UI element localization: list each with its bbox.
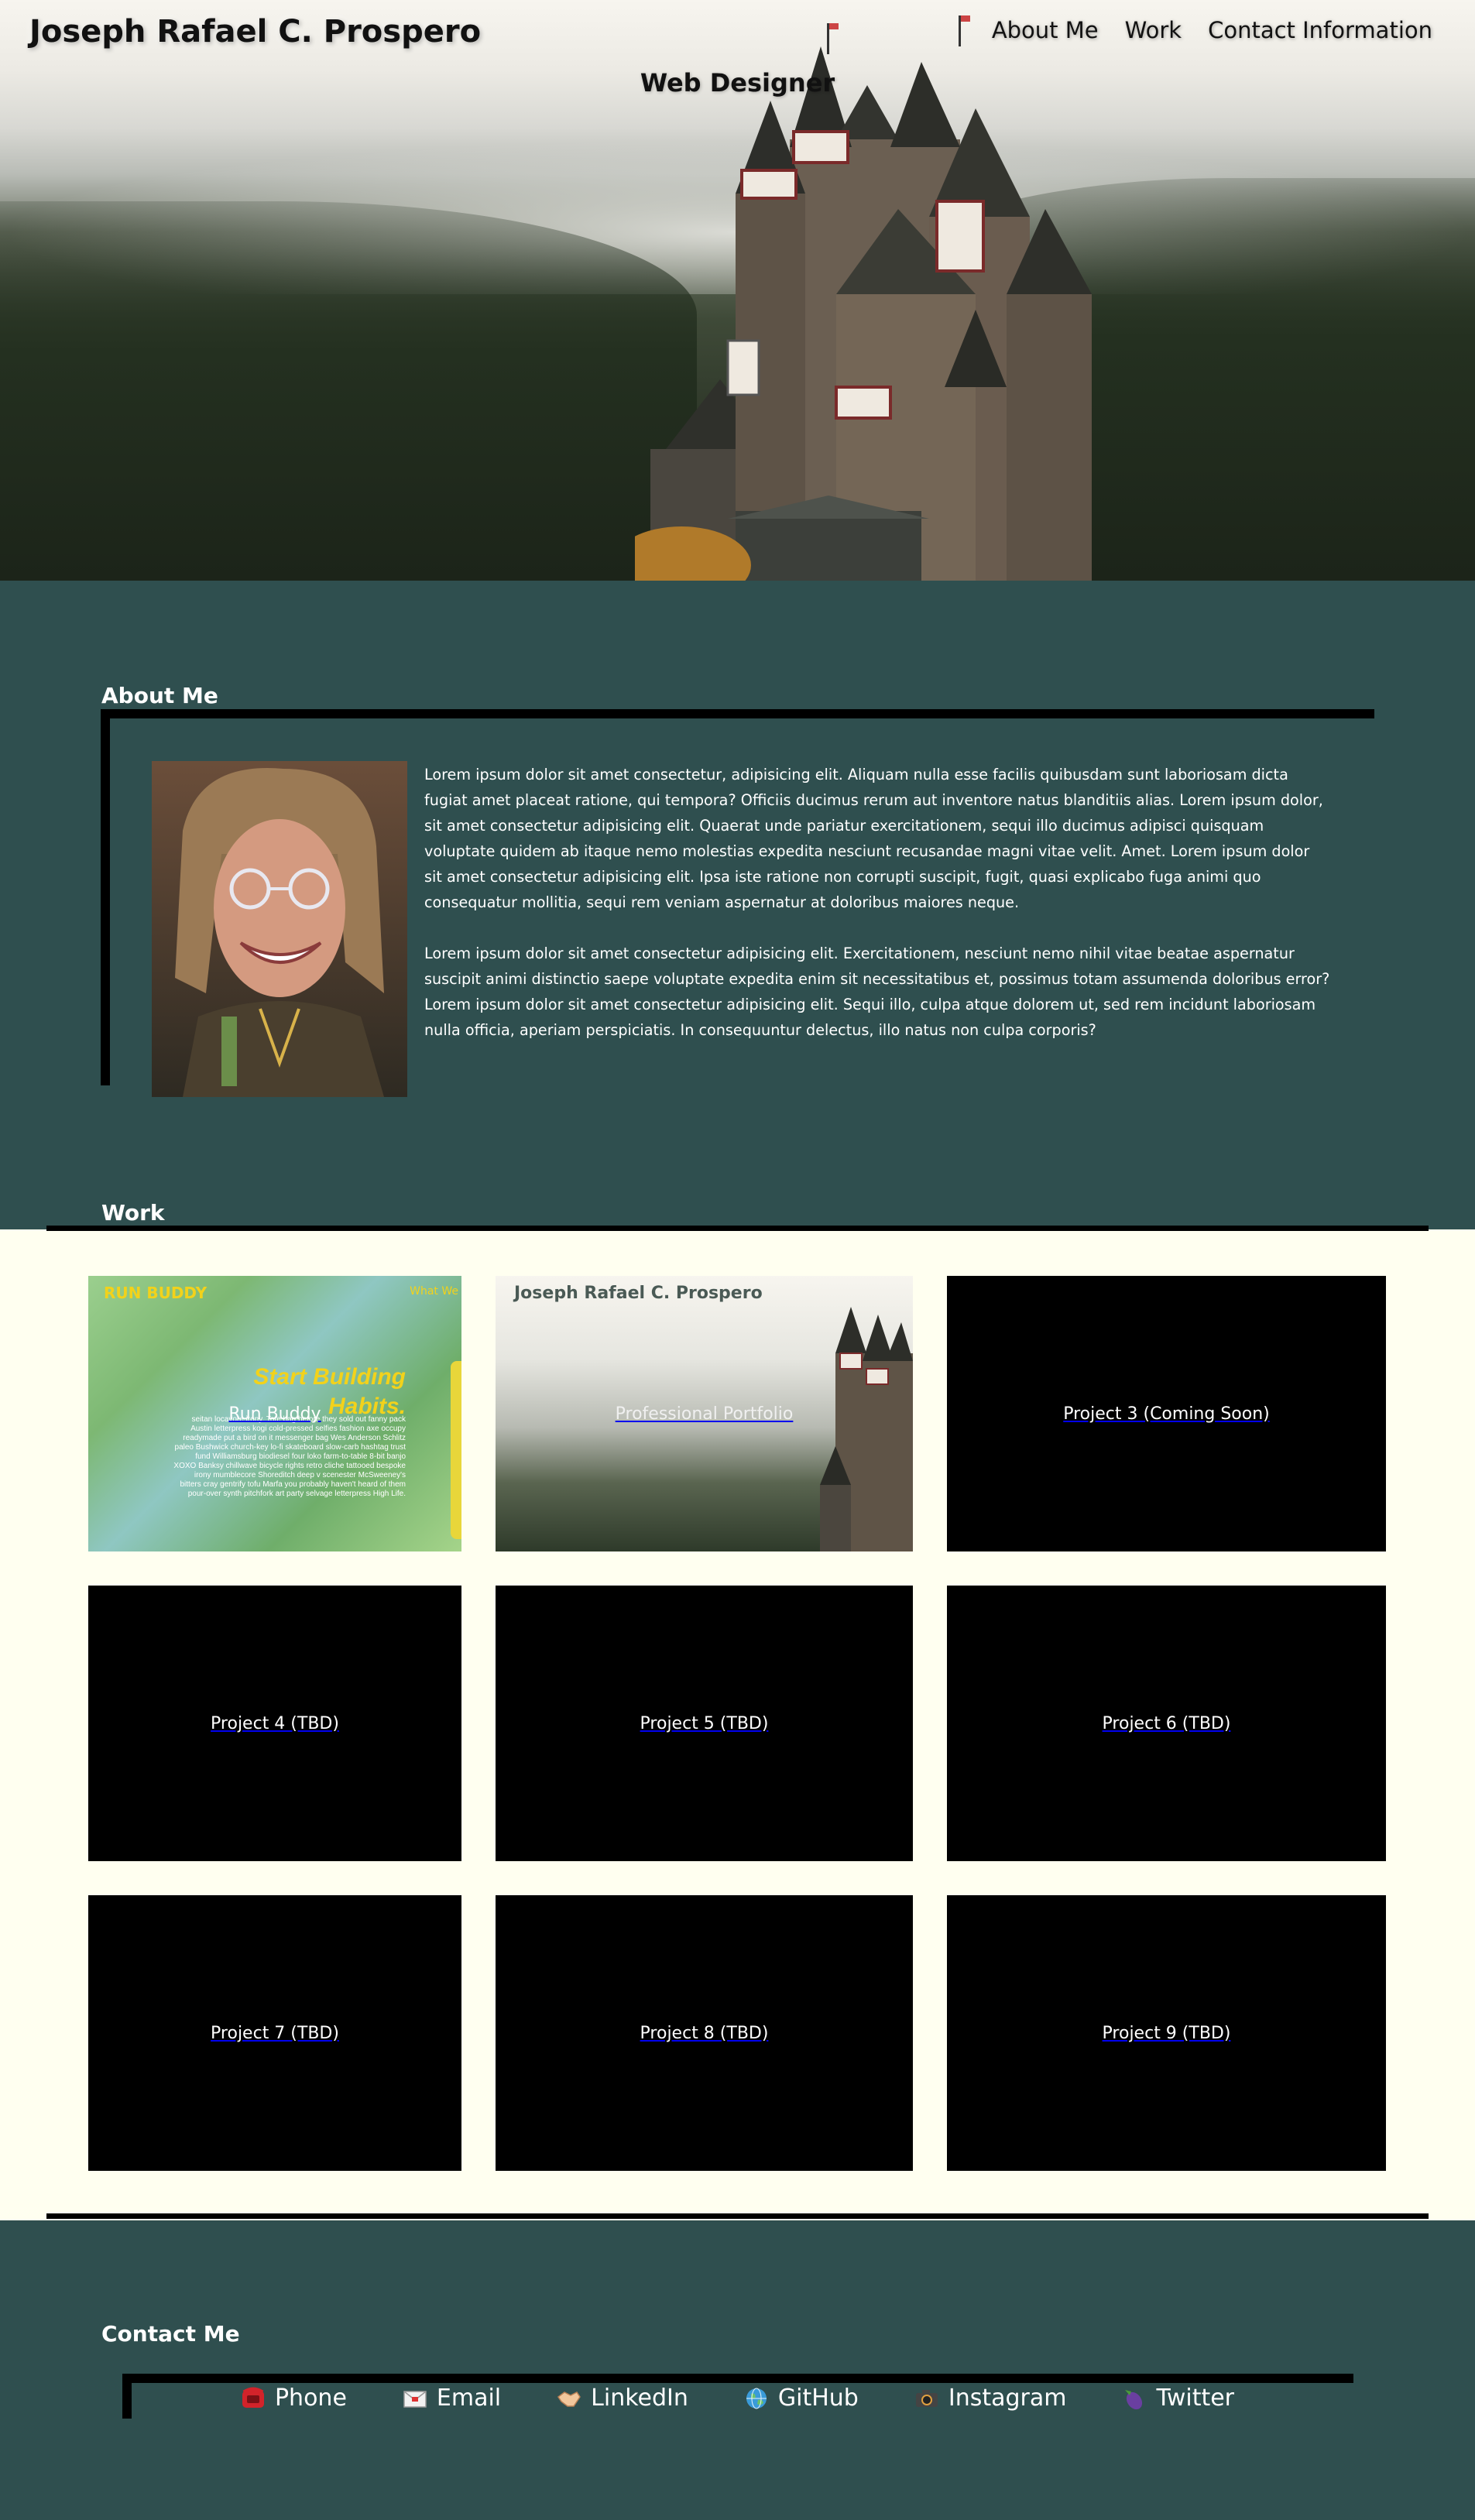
contact-list: Phone Email LinkedIn GitHub Instagram Tw… [0, 2385, 1475, 2412]
forest-left [0, 201, 697, 581]
contact-twitter-label: Twitter [1156, 2385, 1235, 2412]
project-label: Professional Portfolio [615, 1404, 794, 1424]
camera-icon [914, 2386, 939, 2411]
profile-photo [152, 761, 407, 1097]
portfolio-castle-thumbnail [820, 1307, 913, 1551]
project-label: Project 6 (TBD) [1102, 1713, 1231, 1733]
site-subtitle: Web Designer [640, 68, 835, 98]
main-nav: About Me Work Contact Information [992, 17, 1432, 43]
project-label: Run Buddy [228, 1404, 321, 1424]
contact-heading: Contact Me [101, 2321, 240, 2347]
contact-twitter-link[interactable]: Twitter [1122, 2385, 1234, 2412]
contact-email-label: Email [436, 2385, 502, 2412]
portfolio-preview-name: Joseph Rafael C. Prospero [514, 1284, 763, 1303]
project-label: Project 3 (Coming Soon) [1063, 1404, 1270, 1424]
contact-instagram-link[interactable]: Instagram [914, 2385, 1067, 2412]
hero-banner: Joseph Rafael C. Prospero Web Designer A… [0, 0, 1475, 581]
project-label: Project 4 (TBD) [211, 1713, 339, 1733]
contact-email-link[interactable]: Email [403, 2385, 501, 2412]
eggplant-icon [1122, 2386, 1147, 2411]
project-tile-4[interactable]: Project 4 (TBD) [88, 1586, 461, 1861]
project-tile-7[interactable]: Project 7 (TBD) [88, 1895, 461, 2171]
castle-image [635, 15, 1092, 581]
project-tile-6[interactable]: Project 6 (TBD) [947, 1586, 1386, 1861]
project-tile-3[interactable]: Project 3 (Coming Soon) [947, 1276, 1386, 1551]
handshake-icon [557, 2386, 581, 2411]
contact-linkedin-link[interactable]: LinkedIn [557, 2385, 688, 2412]
project-tile-portfolio[interactable]: Joseph Rafael C. Prospero Professional P… [496, 1276, 913, 1551]
project-label: Project 9 (TBD) [1102, 2023, 1231, 2043]
project-tile-9[interactable]: Project 9 (TBD) [947, 1895, 1386, 2171]
contact-phone-label: Phone [274, 2385, 347, 2412]
project-label: Project 5 (TBD) [640, 1713, 769, 1733]
work-heading: Work [101, 1200, 165, 1226]
telephone-icon [241, 2386, 266, 2411]
contact-phone-link[interactable]: Phone [241, 2385, 347, 2412]
run-buddy-brand: RUN BUDDY [104, 1284, 208, 1302]
nav-work-link[interactable]: Work [1125, 17, 1182, 43]
contact-github-link[interactable]: GitHub [744, 2385, 859, 2412]
project-label: Project 8 (TBD) [640, 2023, 769, 2043]
about-heading: About Me [101, 683, 218, 708]
run-buddy-blurb: seitan locavore irony. Tote bag before t… [173, 1415, 406, 1498]
contact-github-label: GitHub [777, 2385, 859, 2412]
contact-linkedin-label: LinkedIn [591, 2385, 688, 2412]
project-tile-8[interactable]: Project 8 (TBD) [496, 1895, 913, 2171]
nav-about-me-link[interactable]: About Me [992, 17, 1099, 43]
nav-contact-information-link[interactable]: Contact Information [1208, 17, 1432, 43]
project-tile-run-buddy[interactable]: RUN BUDDY What We Start Building Habits. … [88, 1276, 461, 1551]
globe-icon [744, 2386, 769, 2411]
project-label: Project 7 (TBD) [211, 2023, 339, 2043]
project-tile-5[interactable]: Project 5 (TBD) [496, 1586, 913, 1861]
about-paragraph: Lorem ipsum dolor sit amet consectetur a… [424, 945, 1330, 1039]
run-buddy-edge [451, 1361, 461, 1539]
work-divider-top [46, 1226, 1429, 1231]
about-text: Lorem ipsum dolor sit amet consectetur, … [424, 762, 1330, 1068]
envelope-icon [403, 2386, 427, 2411]
run-buddy-nav-hint: What We [410, 1285, 458, 1298]
contact-instagram-label: Instagram [948, 2385, 1067, 2412]
work-divider-bottom [46, 2213, 1429, 2219]
site-title: Joseph Rafael C. Prospero [29, 14, 482, 50]
about-paragraph: Lorem ipsum dolor sit amet consectetur, … [424, 766, 1323, 911]
